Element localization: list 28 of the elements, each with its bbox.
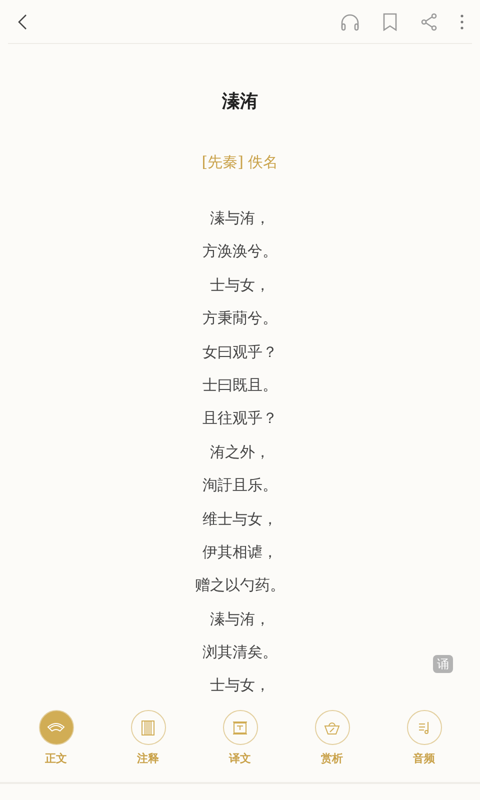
poem-line: 女曰观乎？ [202,342,278,363]
poem-title: 溱洧 [222,90,258,113]
share-icon[interactable] [420,12,438,30]
poem-line: 赠之以勺药。 [195,575,285,596]
bottom-tab[interactable]: 正文 [21,710,91,782]
poem-line: 士曰既且。 [202,374,278,396]
poem-author: [先秦] 佚名 [202,153,278,172]
poem-line: 维士与女， [202,508,278,530]
recite-button[interactable]: 诵 [433,655,453,673]
poem-line: 浏其清矣。 [202,642,278,664]
poem-line: 溱与洧， [210,608,270,630]
poem-line: 方涣涣兮。 [202,241,278,262]
poem-line: 溱与洧， [210,208,270,229]
more-icon[interactable] [460,14,464,30]
back-button[interactable] [16,12,28,30]
bottom-tab[interactable]: 注释 [113,710,183,782]
bookmark-icon[interactable] [382,12,398,30]
bottom-tab[interactable]: 赏析 [297,710,367,782]
headphones-icon[interactable] [340,12,360,30]
poem-line: 士与女， [210,675,270,696]
bottom-tab[interactable]: 音频 [389,710,459,782]
poem-line: 洧之外， [210,442,270,463]
poem-line: 方秉蕑兮。 [202,308,278,330]
bottom-tab[interactable]: 译文 [205,710,275,782]
poem-line: 且往观乎？ [202,408,278,430]
poem-line: 士与女， [210,274,270,296]
poem-line: 伊其相谑， [202,542,278,563]
poem-line: 洵訏且乐。 [202,475,278,496]
